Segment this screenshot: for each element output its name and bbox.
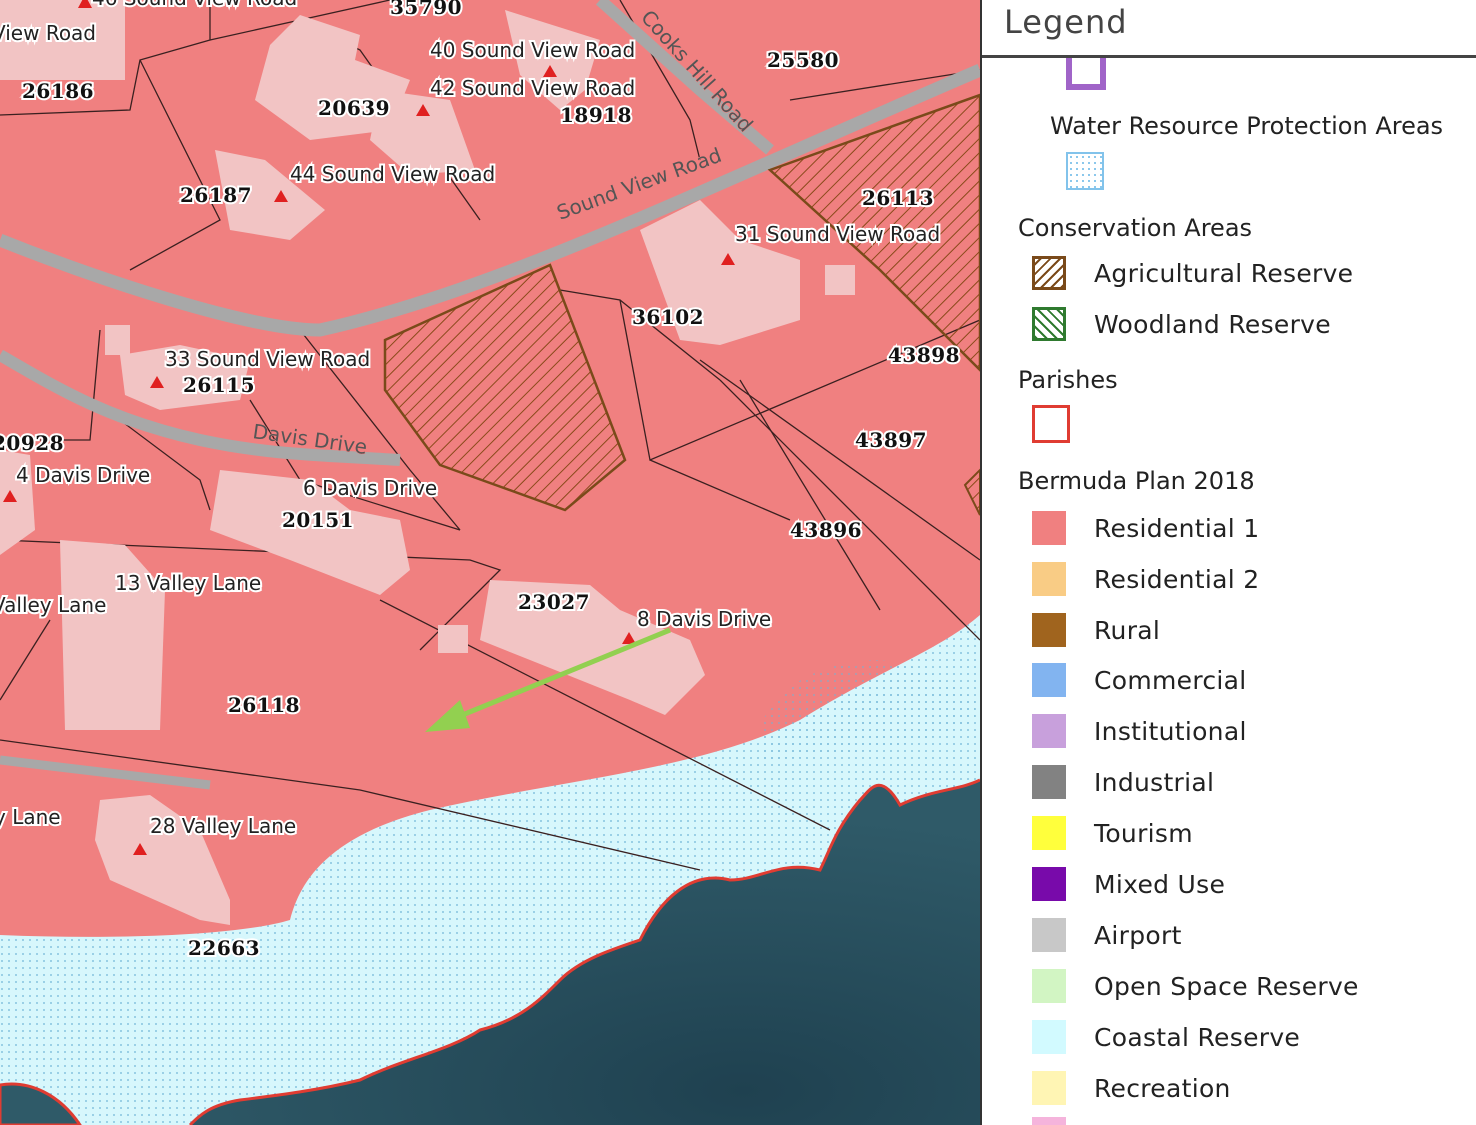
parcel-number[interactable]: 26115: [181, 371, 257, 399]
legend-swatch: [1032, 663, 1066, 697]
address-label: y Lane: [0, 805, 61, 829]
address-label: 31 Sound View Road: [735, 222, 940, 246]
legend-item-coastal-reserve[interactable]: Coastal Reserve: [1032, 1017, 1300, 1057]
legend-item-agricultural-reserve[interactable]: Agricultural Reserve: [1032, 253, 1353, 293]
parcel-number[interactable]: 36102: [630, 303, 706, 331]
legend-group-bermuda-plan: Bermuda Plan 2018: [1018, 467, 1255, 495]
address-label: 6 Davis Drive: [303, 476, 437, 500]
map-canvas[interactable]: Sound View Road Cooks Hill Road Davis Dr…: [0, 0, 980, 1125]
parcel-number[interactable]: 18918: [558, 101, 634, 129]
legend-group-parishes: Parishes: [1018, 366, 1118, 394]
parcel-number[interactable]: 26186: [20, 77, 96, 105]
legend-label: Airport: [1094, 920, 1182, 950]
legend-item-institutional[interactable]: Institutional: [1032, 711, 1247, 751]
address-label: 33 Sound View Road: [165, 347, 370, 371]
legend-swatch: [1032, 256, 1066, 290]
legend-swatch-wrpa: [1066, 152, 1104, 190]
address-label: View Road: [0, 21, 96, 45]
address-label: 28 Valley Lane: [150, 814, 296, 838]
legend-item-airport[interactable]: Airport: [1032, 915, 1182, 955]
legend-title: Legend: [1004, 3, 1128, 41]
legend-swatch-cutoff: [1066, 58, 1106, 90]
address-label: 42 Sound View Road: [430, 76, 635, 100]
parcel-number[interactable]: 20928: [0, 429, 66, 457]
legend-label: Agricultural Reserve: [1094, 258, 1354, 288]
legend-label: Open Space Reserve: [1094, 971, 1359, 1001]
legend-item-recreation[interactable]: Recreation: [1032, 1068, 1231, 1108]
legend-swatch: [1032, 765, 1066, 799]
parcel-number[interactable]: 23027: [516, 588, 592, 616]
legend-swatch-parish: [1032, 405, 1070, 443]
address-label: 46 Sound View Road: [92, 0, 297, 10]
parcel-number[interactable]: 43898: [886, 341, 962, 369]
address-label: 8 Davis Drive: [637, 607, 771, 631]
parcel-number[interactable]: 26113: [860, 184, 936, 212]
legend-item-industrial[interactable]: Industrial: [1032, 762, 1214, 802]
parcel-number[interactable]: 20151: [280, 506, 356, 534]
legend-header: Legend: [982, 0, 1476, 58]
legend-item-residential-1[interactable]: Residential 1: [1032, 508, 1259, 548]
address-label: Valley Lane: [0, 593, 106, 617]
legend-swatch: [1032, 816, 1066, 850]
address-label: 44 Sound View Road: [290, 162, 495, 186]
legend-label: Institutional: [1094, 716, 1247, 746]
address-label: 40 Sound View Road: [430, 38, 635, 62]
address-label: 13 Valley Lane: [115, 571, 261, 595]
legend-label: Residential 2: [1094, 564, 1260, 594]
legend-item-woodland-reserve[interactable]: Woodland Reserve: [1032, 304, 1331, 344]
legend-panel[interactable]: Legend Water Resource Protection Areas C…: [980, 0, 1476, 1125]
legend-item-rural[interactable]: Rural: [1032, 610, 1160, 650]
legend-swatch: [1032, 714, 1066, 748]
parcel-number[interactable]: 20639: [316, 94, 392, 122]
legend-swatch: [1032, 969, 1066, 1003]
legend-label: Recreation: [1094, 1073, 1231, 1103]
parcel-number[interactable]: 35790: [388, 0, 464, 21]
parcel-number[interactable]: 25580: [765, 46, 841, 74]
legend-swatch: [1032, 613, 1066, 647]
legend-label: Industrial: [1094, 767, 1215, 797]
parcel-number[interactable]: 26187: [178, 181, 254, 209]
zoning-map[interactable]: Sound View Road Cooks Hill Road Davis Dr…: [0, 0, 980, 1125]
legend-label: Mixed Use: [1094, 869, 1226, 899]
legend-label: Coastal Reserve: [1094, 1022, 1301, 1052]
legend-swatch: [1032, 1020, 1066, 1054]
legend-swatch: [1032, 562, 1066, 596]
legend-label: Residential 1: [1094, 513, 1260, 543]
legend-swatch: [1032, 1071, 1066, 1105]
parcel-number[interactable]: 43896: [788, 516, 864, 544]
legend-item-mixed-use[interactable]: Mixed Use: [1032, 864, 1225, 904]
legend-swatch-cutoff-bottom: [1032, 1117, 1066, 1125]
legend-item-commercial[interactable]: Commercial: [1032, 660, 1247, 700]
parcel-number[interactable]: 22663: [186, 934, 262, 962]
legend-swatch: [1032, 918, 1066, 952]
legend-swatch: [1032, 511, 1066, 545]
address-label: 4 Davis Drive: [16, 463, 150, 487]
legend-swatch: [1032, 307, 1066, 341]
legend-item-open-space-reserve[interactable]: Open Space Reserve: [1032, 966, 1359, 1006]
legend-label: Tourism: [1094, 818, 1193, 848]
parcel-number[interactable]: 43897: [853, 426, 929, 454]
legend-label: Commercial: [1094, 665, 1247, 695]
legend-group-water-resource: Water Resource Protection Areas: [1050, 112, 1444, 140]
legend-item-residential-2[interactable]: Residential 2: [1032, 559, 1259, 599]
legend-group-conservation: Conservation Areas: [1018, 214, 1253, 242]
legend-label: Rural: [1094, 615, 1161, 645]
parcel-number[interactable]: 26118: [226, 691, 302, 719]
legend-label: Woodland Reserve: [1094, 309, 1331, 339]
legend-item-tourism[interactable]: Tourism: [1032, 813, 1193, 853]
legend-swatch: [1032, 867, 1066, 901]
